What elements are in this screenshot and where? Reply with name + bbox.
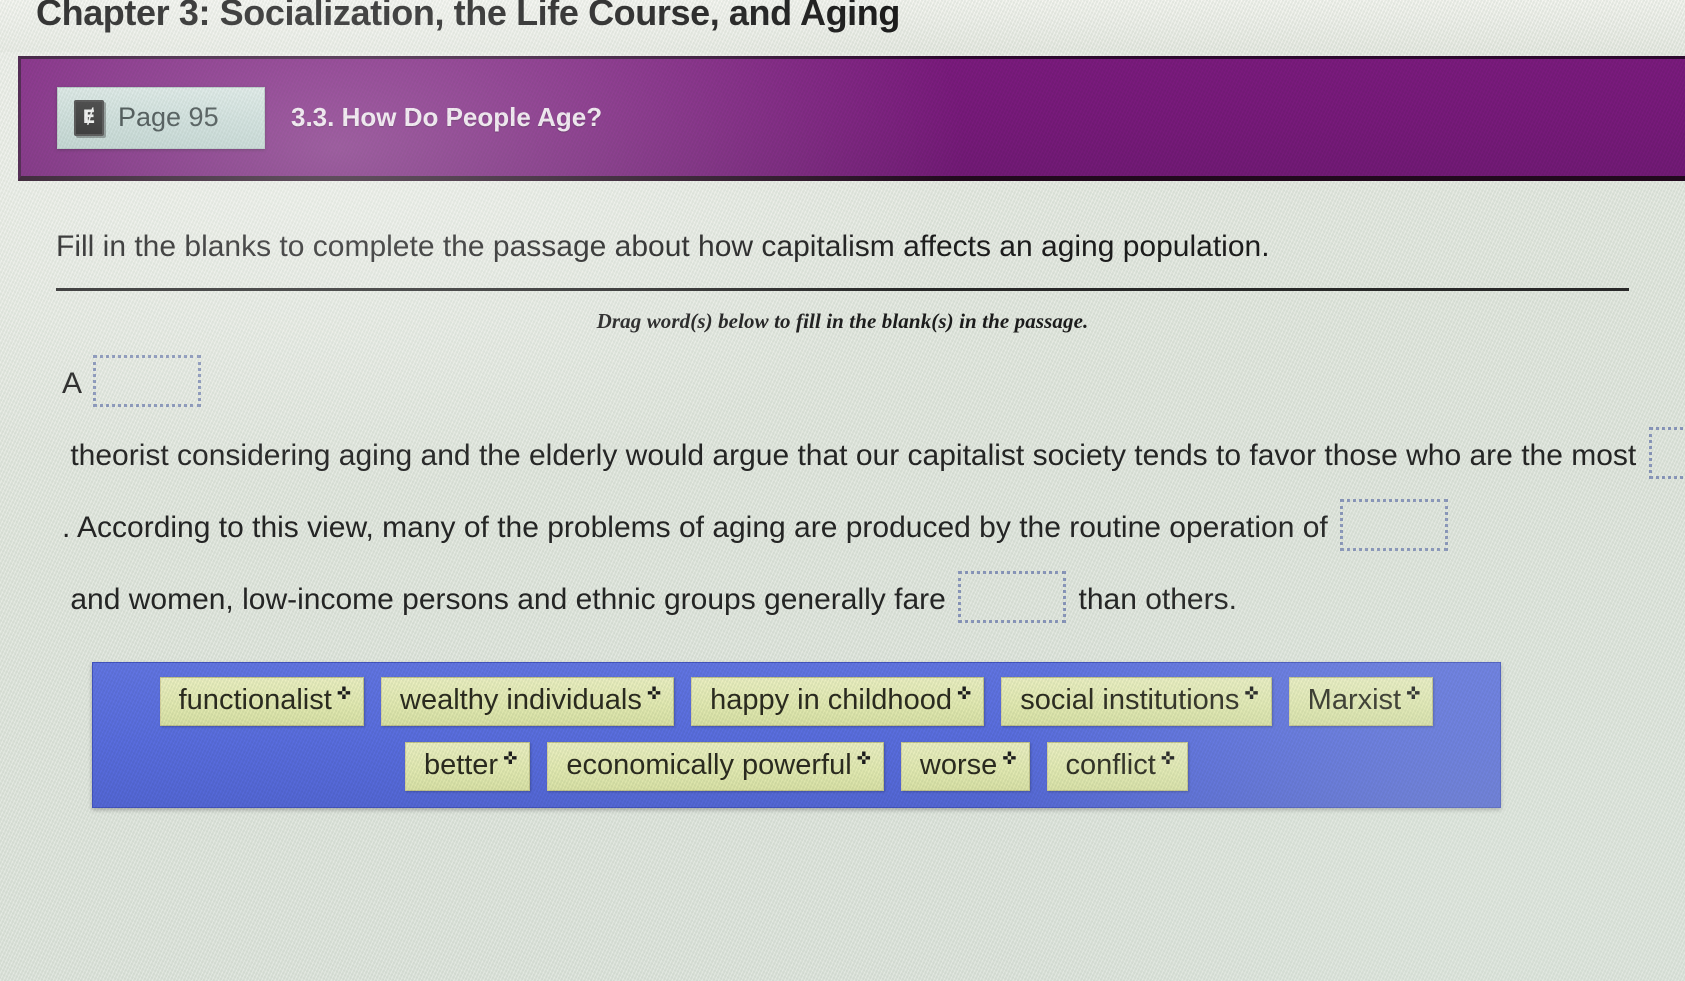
word-tile[interactable]: conflict ✜: [1046, 742, 1189, 791]
word-bank: functionalist ✜ wealthy individuals ✜ happy …: [92, 662, 1501, 808]
move-cursor-icon: ✜: [503, 749, 518, 769]
word-tile-label: better: [423, 749, 499, 781]
word-tile-label: functionalist: [178, 684, 332, 716]
ebook-icon-glyph: Ɇ: [82, 106, 96, 128]
word-tile[interactable]: wealthy individuals ✜: [381, 677, 675, 726]
passage-text: A: [62, 367, 89, 400]
word-tile[interactable]: economically powerful ✜: [547, 742, 884, 791]
page-chip-button[interactable]: Ɇ Page 95: [57, 86, 265, 149]
word-tile[interactable]: worse ✜: [900, 742, 1030, 791]
chapter-title: Chapter 3: Socialization, the Life Cours…: [36, 0, 900, 33]
move-cursor-icon: ✜: [646, 684, 662, 704]
blank-drop-target-3[interactable]: [1340, 499, 1449, 551]
move-cursor-icon: ✜: [1244, 684, 1259, 704]
move-cursor-icon: ✜: [1406, 684, 1421, 704]
passage-text: . According to this view, many of the pr…: [62, 511, 1337, 544]
move-cursor-icon: ✜: [856, 749, 871, 769]
word-tile[interactable]: Marxist ✜: [1288, 677, 1434, 726]
word-tile-label: social institutions: [1020, 684, 1240, 716]
chapter-title-bar: Chapter 3: Socialization, the Life Cours…: [0, 0, 1685, 52]
word-bank-row-1: functionalist ✜ wealthy individuals ✜ happy …: [107, 677, 1486, 726]
word-bank-row-2: better ✜ economically powerful ✜ worse ✜ confl…: [107, 742, 1486, 791]
word-tile-label: economically powerful: [566, 749, 852, 781]
word-tile[interactable]: better ✜: [404, 742, 531, 791]
passage-text: theorist considering aging and the elder…: [62, 439, 1645, 472]
move-cursor-icon: ✜: [1002, 749, 1017, 769]
prompt-divider: [56, 288, 1629, 291]
blank-drop-target-1[interactable]: [92, 355, 201, 407]
word-tile-label: wealthy individuals: [400, 684, 642, 716]
word-tile-label: Marxist: [1307, 684, 1402, 716]
section-header-bar: Ɇ Page 95 3.3. How Do People Age?: [18, 56, 1685, 181]
section-label: 3.3. How Do People Age?: [291, 102, 603, 132]
fill-in-blank-passage: A theorist considering aging and the eld…: [62, 348, 1685, 636]
move-cursor-icon: ✜: [336, 684, 352, 704]
word-tile-label: happy in childhood: [710, 684, 952, 716]
ebook-icon: Ɇ: [74, 99, 104, 136]
blank-drop-target-4[interactable]: [958, 571, 1067, 623]
blank-drop-target-2[interactable]: [1648, 427, 1685, 479]
move-cursor-icon: ✜: [956, 684, 972, 704]
question-content: Fill in the blanks to complete the passa…: [0, 186, 1685, 808]
word-tile-label: worse: [919, 749, 998, 781]
passage-text: than others.: [1070, 583, 1237, 616]
word-tile[interactable]: functionalist ✜: [159, 677, 365, 726]
drag-instruction: Drag word(s) below to fill in the blank(…: [596, 309, 1089, 333]
move-cursor-icon: ✜: [1160, 749, 1176, 769]
passage-text: and women, low-income persons and ethnic…: [62, 583, 955, 616]
word-tile[interactable]: happy in childhood ✜: [691, 677, 985, 726]
word-tile-label: conflict: [1065, 749, 1156, 781]
question-prompt: Fill in the blanks to complete the passa…: [56, 230, 1270, 263]
word-tile[interactable]: social institutions ✜: [1001, 677, 1272, 726]
page-chip-label: Page 95: [118, 102, 219, 132]
